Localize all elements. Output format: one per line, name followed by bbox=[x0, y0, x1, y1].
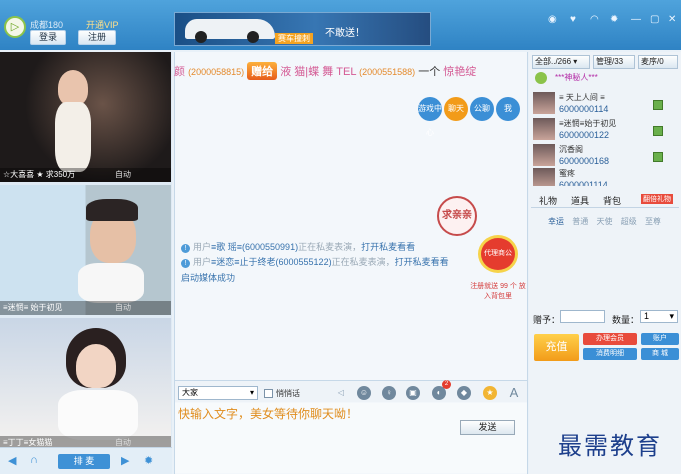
scroll-count: 一个 bbox=[418, 66, 441, 78]
avatar bbox=[535, 72, 547, 84]
open-private-link[interactable]: 打开私麦看看 bbox=[361, 242, 415, 252]
tab-mic-queue[interactable]: 麦序/0 bbox=[638, 55, 678, 69]
ad-banner[interactable]: 赛车撞刺 不敢送！ bbox=[174, 12, 431, 46]
video-feed-3[interactable]: ≡丁丁≡女猫猫 自动 bbox=[0, 318, 171, 450]
open-private-link[interactable]: 打开私麦看看 bbox=[395, 257, 449, 267]
gear-icon[interactable]: ✹ bbox=[610, 14, 618, 25]
quantity-label: 数量： bbox=[612, 315, 640, 325]
video-label-1: ☆大喜喜 ★ 求350万 自动 bbox=[0, 168, 171, 182]
banner-tag: 赛车撞刺 bbox=[275, 33, 313, 44]
system-message-2: ! 用户≡迷恋≡止于终老(6000555122)正在私麦表演，打开私麦看看 bbox=[181, 255, 449, 268]
tab-backpack[interactable]: 背包 bbox=[603, 194, 621, 207]
mic-queue-button[interactable]: 排 麦 bbox=[58, 454, 110, 469]
gift-icon[interactable]: ★ bbox=[483, 386, 497, 400]
user-list-item[interactable]: ≡迷惘≡始于初见 6000000122 bbox=[531, 116, 679, 142]
maximize-icon[interactable]: ▢ bbox=[650, 14, 659, 25]
subtab-supreme[interactable]: 至尊 bbox=[645, 217, 661, 226]
user-list-item[interactable]: ≡ 天上人间 ≡ 6000000114 bbox=[531, 90, 679, 116]
user-list-item[interactable]: 蜜疼 6000001114 bbox=[531, 166, 679, 186]
headphone-icon[interactable]: ∩ bbox=[30, 454, 38, 466]
speaker-icon[interactable]: ◁ bbox=[334, 386, 348, 400]
scroll-id-1: (2000058815) bbox=[188, 67, 245, 77]
scroll-action: 赠给 bbox=[247, 62, 278, 80]
agent-promo[interactable]: 代理商公告 注册就送 99 个 放入背包里 bbox=[470, 225, 526, 300]
chat-bubble-button[interactable]: 聊天 bbox=[444, 97, 468, 121]
subtab-lucky[interactable]: 幸运 bbox=[548, 217, 564, 226]
send-button[interactable]: 发送 bbox=[460, 420, 515, 435]
watermark: 最需教育 bbox=[558, 432, 662, 460]
eye-icon[interactable]: ◉ bbox=[548, 14, 557, 25]
scroll-id-2: (2000551588) bbox=[359, 67, 416, 77]
give-to-input[interactable] bbox=[560, 310, 605, 323]
stamp-icon[interactable]: ♀ bbox=[382, 386, 396, 400]
account-button[interactable]: 账户 bbox=[641, 333, 679, 345]
video-label-2: ≡迷惘≡ 始于初见 自动 bbox=[0, 301, 171, 315]
login-button[interactable]: 登录 bbox=[30, 30, 66, 45]
emoji-icon[interactable]: ☺ bbox=[357, 386, 371, 400]
info-icon: ! bbox=[181, 259, 190, 268]
mall-button[interactable]: 商 城 bbox=[641, 348, 679, 360]
user-list-item[interactable]: 沉香阁 6000000168 bbox=[531, 142, 679, 168]
avatar bbox=[533, 144, 555, 166]
tab-gifts[interactable]: 礼物 bbox=[539, 194, 557, 207]
mic-label: 排 麦 bbox=[73, 456, 95, 466]
whisper-label: 悄悄话 bbox=[276, 389, 300, 398]
whisper-checkbox[interactable] bbox=[264, 389, 273, 398]
game-center-button[interactable]: 游戏中心 bbox=[418, 97, 442, 137]
user-list-item[interactable]: ***神秘人*** bbox=[531, 70, 679, 86]
close-icon[interactable]: ✕ bbox=[668, 14, 676, 25]
box-icon[interactable]: ◆ bbox=[457, 386, 471, 400]
font-icon[interactable]: A bbox=[507, 386, 521, 400]
register-button[interactable]: 注册 bbox=[78, 30, 116, 45]
video-column: ☆大喜喜 ★ 求350万 自动 ≡迷惘≡ 始于初见 自动 ≡丁丁≡女猫猫 自动 bbox=[0, 52, 172, 474]
double-gift-badge[interactable]: 翻倍礼物 bbox=[641, 194, 673, 204]
gift-scroll-message: 颜 (2000058815) 赠给 液 猫|蝶 舞 TEL (200055158… bbox=[174, 62, 528, 84]
settings-icon[interactable]: ✹ bbox=[144, 454, 153, 467]
vip-membership-button[interactable]: 办理会员 bbox=[583, 333, 637, 345]
subtab-angel[interactable]: 天使 bbox=[596, 217, 612, 226]
scroll-gift: 惊艳绽 bbox=[443, 66, 477, 78]
app-logo-icon: ▷ bbox=[4, 16, 26, 38]
camera-icon[interactable]: ▶ bbox=[121, 454, 129, 467]
gift-subtabs: 幸运 普通 天使 超级 至尊 bbox=[548, 216, 661, 227]
tab-all-users[interactable]: 全部../266 ▾ bbox=[532, 55, 590, 69]
info-icon: ! bbox=[181, 244, 190, 253]
gift-tabs: 礼物 道具 背包 翻倍礼物 bbox=[531, 194, 679, 208]
subtab-super[interactable]: 超级 bbox=[621, 217, 637, 226]
me-button[interactable]: 我 bbox=[496, 97, 520, 121]
subtab-normal[interactable]: 普通 bbox=[572, 217, 588, 226]
wifi-icon[interactable]: ◠ bbox=[590, 14, 599, 25]
avatar bbox=[533, 118, 555, 140]
image-icon[interactable]: ▣ bbox=[406, 386, 420, 400]
recharge-button[interactable]: 充值 bbox=[534, 334, 579, 361]
give-to-label: 赠予： bbox=[533, 315, 561, 325]
system-message-3: 启动媒体成功 bbox=[181, 273, 236, 283]
quantity-select[interactable]: 1 ▾ bbox=[640, 310, 678, 323]
minimize-icon[interactable]: — bbox=[631, 14, 641, 25]
chat-target-select[interactable]: 大家 ▾ bbox=[178, 386, 258, 400]
level-icon bbox=[653, 126, 663, 136]
volume-icon[interactable]: ◀ bbox=[8, 454, 16, 467]
system-message-1: ! 用户≡歌 瑶≡(6000550991)正在私麦表演，打开私麦看看 bbox=[181, 240, 415, 253]
promo-caption: 注册就送 99 个 放入背包里 bbox=[470, 283, 526, 300]
notification-badge: 2 bbox=[442, 380, 451, 389]
avatar bbox=[533, 92, 555, 114]
scroll-target: 液 猫|蝶 舞 TEL bbox=[280, 66, 357, 78]
tab-props[interactable]: 道具 bbox=[571, 194, 589, 207]
promo-badge: 代理商公告 bbox=[478, 235, 518, 289]
banner-text: 不敢送！ bbox=[325, 28, 365, 39]
video-feed-2[interactable]: ≡迷惘≡ 始于初见 自动 bbox=[0, 185, 171, 315]
avatar bbox=[533, 168, 555, 186]
chat-input[interactable]: 快输入文字，美女等待你聊天呦！ bbox=[175, 403, 527, 473]
public-chat-button[interactable]: 公聊 bbox=[470, 97, 494, 121]
tab-admins[interactable]: 管理/33 bbox=[593, 55, 635, 69]
spending-details-button[interactable]: 消费明细 bbox=[583, 348, 637, 360]
heart-icon[interactable]: ♥ bbox=[570, 14, 576, 25]
car-wheel bbox=[247, 31, 259, 43]
car-wheel bbox=[195, 31, 207, 43]
level-icon bbox=[653, 152, 663, 162]
level-icon bbox=[653, 100, 663, 110]
scroll-prefix: 颜 bbox=[174, 66, 185, 78]
video-feed-1[interactable]: ☆大喜喜 ★ 求350万 自动 bbox=[0, 52, 171, 182]
